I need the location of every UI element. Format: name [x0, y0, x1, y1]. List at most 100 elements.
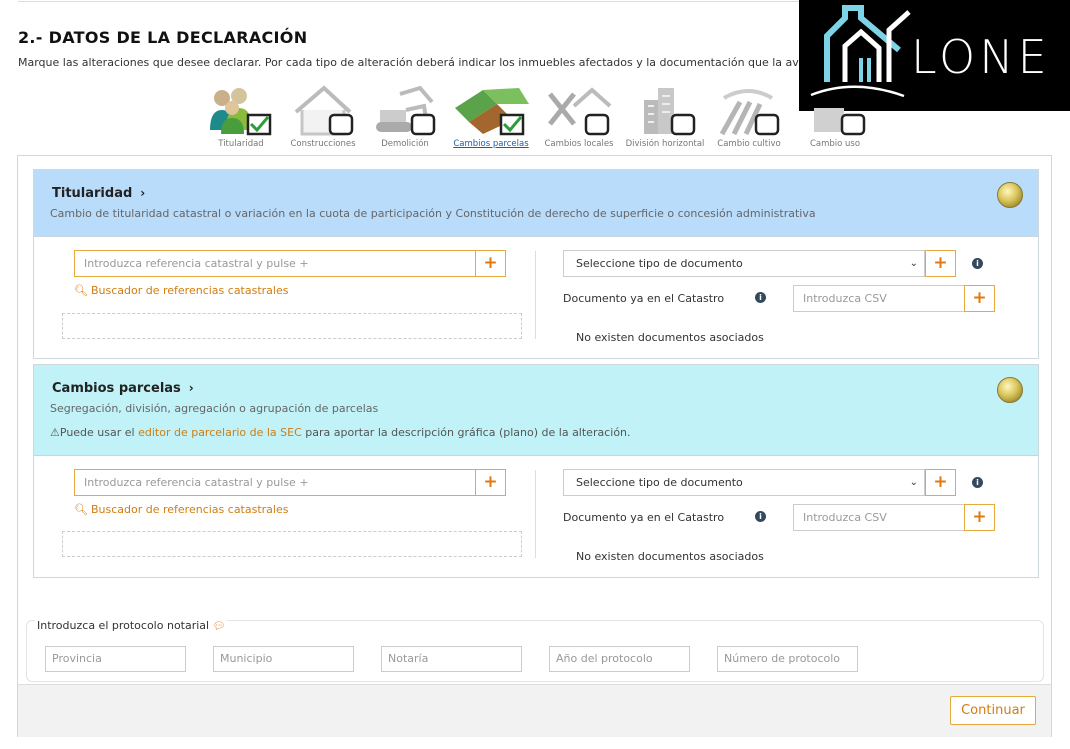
- document-in-catastro-label: Documento ya en el Catastro: [563, 511, 725, 524]
- panel-body: Introduzca referencia catastral y pulse …: [34, 237, 1038, 359]
- search-link-label: Buscador de referencias catastrales: [90, 284, 289, 297]
- provincia-input[interactable]: Provincia: [45, 646, 186, 672]
- reference-search-link[interactable]: 🔍︎ Buscador de referencias catastrales: [74, 284, 506, 297]
- chevron-down-icon: ⌄: [909, 258, 918, 269]
- panel-cambios-parcelas: Cambios parcelas › Segregación, división,…: [33, 364, 1039, 578]
- logo-text: LONE: [911, 30, 1051, 84]
- add-csv-button[interactable]: +: [964, 285, 995, 312]
- panel-warning: ⚠Puede usar el editor de parcelario de l…: [50, 426, 1022, 439]
- tools-house-icon: [548, 87, 612, 136]
- select-value: Seleccione tipo de documento: [576, 257, 743, 270]
- panel-title-text: Titularidad: [52, 186, 133, 201]
- csv-input[interactable]: Introduzca CSV: [793, 285, 965, 312]
- search-icon: 🔍︎: [74, 284, 88, 297]
- csv-row: Documento ya en el Catastro i Introduzca…: [563, 285, 1003, 312]
- alteration-construcciones[interactable]: Construcciones: [280, 84, 366, 154]
- add-csv-button[interactable]: +: [964, 504, 995, 531]
- reference-input[interactable]: Introduzca referencia catastral y pulse …: [74, 469, 475, 496]
- column-divider: [535, 470, 536, 558]
- info-icon[interactable]: i: [755, 292, 766, 303]
- alteration-titularidad[interactable]: Titularidad: [198, 84, 284, 154]
- status-light-icon: [997, 377, 1023, 403]
- buildings-icon: [644, 88, 696, 136]
- document-in-catastro-label: Documento ya en el Catastro: [563, 292, 725, 305]
- reference-column: Introduzca referencia catastral y pulse …: [74, 469, 506, 516]
- reference-list-area: [62, 313, 522, 339]
- section-title: 2.- DATOS DE LA DECLARACIÓN: [18, 28, 308, 47]
- alteration-label: Cambios locales: [544, 139, 614, 149]
- parcel-editor-link[interactable]: editor de parcelario de la SEC: [138, 426, 302, 439]
- reference-list-area: [62, 531, 522, 557]
- csv-row: Documento ya en el Catastro i Introduzca…: [563, 504, 1003, 531]
- csv-input[interactable]: Introduzca CSV: [793, 504, 965, 531]
- change-use-icon: [814, 108, 866, 136]
- notary-protocol-group: Introduzca el protocolo notarial 💬︎ Prov…: [26, 619, 1044, 682]
- panel-subtitle: Segregación, división, agregación o agru…: [50, 402, 379, 415]
- panel-body: Introduzca referencia catastral y pulse …: [34, 456, 1038, 578]
- panel-titularidad: Titularidad › Cambio de titularidad catas…: [33, 169, 1039, 359]
- reference-input[interactable]: Introduzca referencia catastral y pulse …: [74, 250, 475, 277]
- no-documents-message: No existen documentos asociados: [576, 550, 764, 563]
- panel-title-toggle[interactable]: Cambios parcelas ›: [52, 381, 194, 396]
- alteration-cambios-parcelas[interactable]: Cambios parcelas: [448, 84, 534, 154]
- chevron-right-icon: ›: [140, 186, 146, 200]
- search-icon: 🔍︎: [74, 503, 88, 516]
- field-icon: [719, 89, 780, 136]
- document-type-row: Seleccione tipo de documento ⌄ + i: [563, 250, 1003, 277]
- no-documents-message: No existen documentos asociados: [576, 331, 764, 344]
- bulldozer-icon: [376, 85, 436, 136]
- protocol-number-input[interactable]: Número de protocolo: [717, 646, 858, 672]
- add-document-button[interactable]: +: [925, 250, 956, 277]
- reference-search-link[interactable]: 🔍︎ Buscador de referencias catastrales: [74, 503, 506, 516]
- add-reference-button[interactable]: +: [475, 250, 506, 277]
- select-value: Seleccione tipo de documento: [576, 476, 743, 489]
- document-column: Seleccione tipo de documento ⌄ + i Docume…: [563, 250, 1003, 344]
- protocol-year-input[interactable]: Año del protocolo: [549, 646, 690, 672]
- panel-header: Cambios parcelas › Segregación, división,…: [34, 365, 1038, 456]
- reference-input-row: Introduzca referencia catastral y pulse …: [74, 469, 506, 496]
- declaration-form: Titularidad › Cambio de titularidad catas…: [17, 155, 1052, 737]
- alteration-label: Cambios parcelas: [453, 139, 529, 149]
- alteration-label: Cambio cultivo: [717, 139, 781, 149]
- reference-input-row: Introduzca referencia catastral y pulse …: [74, 250, 506, 277]
- notaria-input[interactable]: Notaría: [381, 646, 522, 672]
- document-type-select[interactable]: Seleccione tipo de documento ⌄: [563, 250, 925, 277]
- alteration-types: Titularidad Construcciones Demolición Ca…: [198, 84, 878, 154]
- panel-title-text: Cambios parcelas: [52, 381, 181, 396]
- panel-header: Titularidad › Cambio de titularidad catas…: [34, 170, 1038, 237]
- house-icon: [294, 85, 354, 136]
- alteration-label: Demolición: [381, 139, 429, 149]
- notary-label-text: Introduzca el protocolo notarial: [37, 619, 210, 632]
- chevron-right-icon: ›: [188, 381, 194, 395]
- alteration-division-horizontal[interactable]: División horizontal: [622, 84, 708, 154]
- add-document-button[interactable]: +: [925, 469, 956, 496]
- comment-icon[interactable]: 💬︎: [213, 621, 226, 632]
- document-type-select[interactable]: Seleccione tipo de documento ⌄: [563, 469, 925, 496]
- alteration-demolicion[interactable]: Demolición: [362, 84, 448, 154]
- warning-text-post: para aportar la descripción gráfica (pla…: [301, 426, 631, 439]
- info-icon[interactable]: i: [972, 258, 983, 269]
- chevron-down-icon: ⌄: [909, 477, 918, 488]
- info-icon[interactable]: i: [972, 477, 983, 488]
- section-description: Marque las alteraciones que desee declar…: [18, 56, 816, 69]
- column-divider: [535, 251, 536, 339]
- alteration-cambios-locales[interactable]: Cambios locales: [536, 84, 622, 154]
- add-reference-button[interactable]: +: [475, 469, 506, 496]
- notary-label: Introduzca el protocolo notarial 💬︎: [35, 619, 228, 632]
- document-column: Seleccione tipo de documento ⌄ + i Docume…: [563, 469, 1003, 563]
- panel-subtitle: Cambio de titularidad catastral o variac…: [50, 207, 816, 220]
- municipio-input[interactable]: Municipio: [213, 646, 354, 672]
- continue-button[interactable]: Continuar: [950, 696, 1036, 725]
- people-icon: [210, 88, 272, 136]
- parcels-icon: [455, 88, 529, 136]
- alteration-label: Cambio uso: [809, 139, 861, 149]
- alteration-cambio-cultivo[interactable]: Cambio cultivo: [706, 84, 792, 154]
- alteration-cambio-uso[interactable]: Cambio uso: [792, 84, 878, 154]
- document-type-row: Seleccione tipo de documento ⌄ + i: [563, 469, 1003, 496]
- search-link-label: Buscador de referencias catastrales: [90, 503, 289, 516]
- panel-title-toggle[interactable]: Titularidad ›: [52, 186, 145, 201]
- warning-icon: ⚠: [50, 426, 60, 439]
- form-footer: Continuar: [18, 684, 1051, 737]
- status-light-icon: [997, 182, 1023, 208]
- info-icon[interactable]: i: [755, 511, 766, 522]
